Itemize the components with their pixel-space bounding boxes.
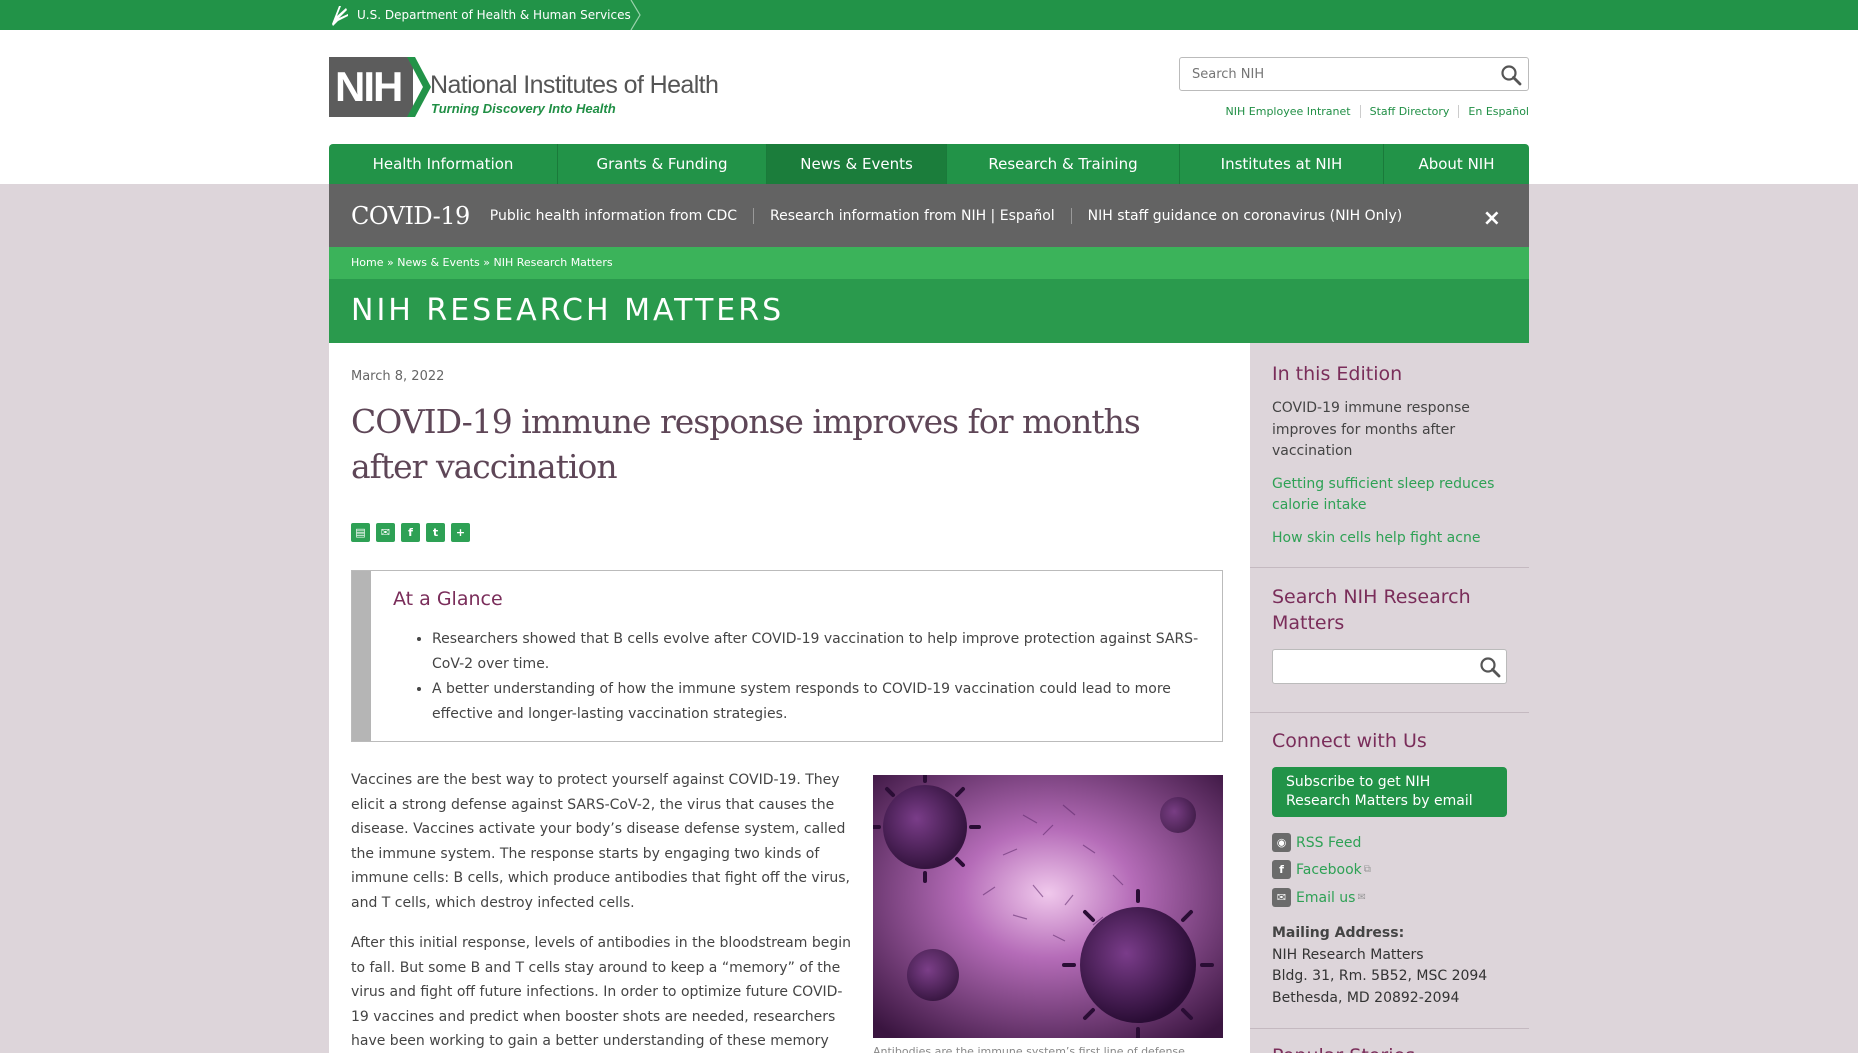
facebook-label: Facebook [1296, 861, 1362, 878]
logo-abbr: NIH [335, 63, 403, 110]
mail-link-icon: ✉ [1357, 892, 1366, 903]
article-paragraph: After this initial response, levels of a… [351, 935, 851, 1049]
main-nav: Health Information Grants & Funding News… [329, 144, 1529, 184]
section-title: NIH RESEARCH MATTERS [351, 293, 785, 328]
email-link[interactable]: ✉ Email us ✉ [1272, 888, 1366, 907]
nav-health-information[interactable]: Health Information [329, 144, 558, 184]
edition-link-acne[interactable]: How skin cells help fight acne [1272, 530, 1480, 546]
nav-about[interactable]: About NIH [1384, 144, 1529, 184]
glance-list: Researchers showed that B cells evolve a… [432, 627, 1207, 727]
site-search [1179, 57, 1529, 91]
search-section: Search NIH Research Matters [1250, 584, 1529, 636]
employee-intranet-link[interactable]: NIH Employee Intranet [1217, 105, 1360, 118]
research-matters-search[interactable] [1272, 649, 1507, 684]
breadcrumb-sep: » [386, 256, 394, 269]
nih-logo[interactable]: NIH National Institutes of Health Turnin… [329, 57, 729, 119]
glance-point: A better understanding of how the immune… [432, 677, 1207, 727]
email-share-icon[interactable]: ✉ [376, 523, 395, 542]
espanol-link[interactable]: En Español [1458, 105, 1529, 118]
glance-point: Researchers showed that B cells evolve a… [432, 627, 1207, 677]
breadcrumb-news-events[interactable]: News & Events [397, 256, 480, 269]
nav-research-training[interactable]: Research & Training [947, 144, 1180, 184]
facebook-icon: f [1272, 860, 1291, 879]
mailing-address: Mailing Address: NIH Research Matters Bl… [1272, 923, 1487, 1009]
covid-cdc-link[interactable]: Public health information from CDC [490, 208, 753, 224]
hhs-chevron-icon [630, 0, 641, 30]
nav-grants-funding[interactable]: Grants & Funding [558, 144, 767, 184]
popular-section: Popular Stories [1250, 1043, 1529, 1053]
edition-title: In this Edition [1272, 363, 1403, 385]
virus-illustration [873, 775, 1223, 1038]
rss-label: RSS Feed [1296, 834, 1362, 851]
edition-section: In this Edition COVID-19 immune response… [1250, 361, 1529, 549]
sidebar: In this Edition COVID-19 immune response… [1250, 343, 1529, 1053]
sidebar-divider [1250, 712, 1529, 713]
glance-accent-bar [352, 571, 371, 741]
edition-link-sleep[interactable]: Getting sufficient sleep reduces calorie… [1272, 476, 1494, 514]
article-headline: COVID-19 immune response improves for mo… [351, 402, 1141, 486]
covid-staff-guidance-link[interactable]: NIH staff guidance on coronavirus (NIH O… [1070, 207, 1419, 224]
email-label: Email us [1296, 889, 1356, 906]
more-share-icon[interactable]: + [451, 523, 470, 542]
print-icon[interactable]: ▤ [351, 523, 370, 542]
logo-tagline: Turning Discovery Into Health [431, 101, 616, 116]
covid-banner: COVID-19 Public health information from … [329, 184, 1529, 247]
nav-news-events[interactable]: News & Events [767, 144, 947, 184]
sidebar-divider [1250, 1028, 1529, 1029]
subscribe-button[interactable]: Subscribe to get NIH Research Matters by… [1272, 767, 1507, 817]
breadcrumb: Home » News & Events » NIH Research Matt… [329, 247, 1529, 279]
article-body: Vaccines are the best way to protect you… [351, 768, 851, 1053]
image-caption: Antibodies are the immune system’s first… [873, 1045, 1185, 1053]
breadcrumb-sep: » [483, 256, 490, 269]
nav-institutes[interactable]: Institutes at NIH [1180, 144, 1384, 184]
at-a-glance-box: At a Glance Researchers showed that B ce… [351, 570, 1223, 742]
site-search-input[interactable] [1180, 58, 1480, 90]
popular-title: Popular Stories [1272, 1043, 1507, 1053]
breadcrumb-home[interactable]: Home [351, 256, 383, 269]
breadcrumb-research-matters[interactable]: NIH Research Matters [494, 256, 613, 269]
covid-nih-research-link[interactable]: Research information from NIH | Español [753, 207, 1071, 224]
article-image[interactable] [873, 775, 1223, 1038]
mailing-label: Mailing Address: [1272, 925, 1405, 941]
hhs-label: U.S. Department of Health & Human Servic… [357, 8, 631, 22]
covid-title: COVID-19 [351, 201, 470, 230]
logo-box: NIH [329, 57, 413, 117]
twitter-share-icon[interactable]: t [426, 523, 445, 542]
mailing-line: Bldg. 31, Rm. 5B52, MSC 2094 [1272, 968, 1488, 984]
mailing-line: NIH Research Matters [1272, 946, 1424, 963]
facebook-link[interactable]: f Facebook ⧉ [1272, 860, 1371, 879]
hhs-link[interactable]: U.S. Department of Health & Human Servic… [329, 0, 631, 30]
rss-icon: ◉ [1272, 833, 1291, 852]
envelope-icon: ✉ [1272, 888, 1291, 907]
external-link-icon: ⧉ [1363, 864, 1371, 875]
search-section-title: Search NIH Research Matters [1272, 586, 1471, 634]
glance-title: At a Glance [393, 588, 503, 610]
logo-title: National Institutes of Health [430, 71, 719, 99]
hhs-eagle-icon [332, 6, 348, 26]
connect-title: Connect with Us [1272, 730, 1427, 752]
section-banner: NIH RESEARCH MATTERS [329, 279, 1529, 343]
share-tools: ▤ ✉ f t + [351, 523, 470, 542]
connect-section: Connect with Us [1250, 728, 1529, 754]
article: March 8, 2022 COVID-19 immune response i… [329, 343, 1250, 1053]
utility-links: NIH Employee Intranet Staff Directory En… [1217, 105, 1529, 118]
search-icon[interactable] [1500, 64, 1522, 86]
mailing-line: Bethesda, MD 20892-2094 [1272, 989, 1460, 1006]
staff-directory-link[interactable]: Staff Directory [1359, 105, 1459, 118]
search-icon[interactable] [1479, 656, 1501, 678]
edition-current: COVID-19 immune response improves for mo… [1272, 400, 1470, 459]
sidebar-divider [1250, 567, 1529, 568]
article-paragraph: Vaccines are the best way to protect you… [351, 772, 850, 911]
close-icon[interactable]: × [1483, 206, 1501, 231]
facebook-share-icon[interactable]: f [401, 523, 420, 542]
rss-link[interactable]: ◉ RSS Feed [1272, 833, 1361, 852]
hhs-bar: U.S. Department of Health & Human Servic… [0, 0, 1858, 30]
article-date: March 8, 2022 [351, 369, 445, 384]
